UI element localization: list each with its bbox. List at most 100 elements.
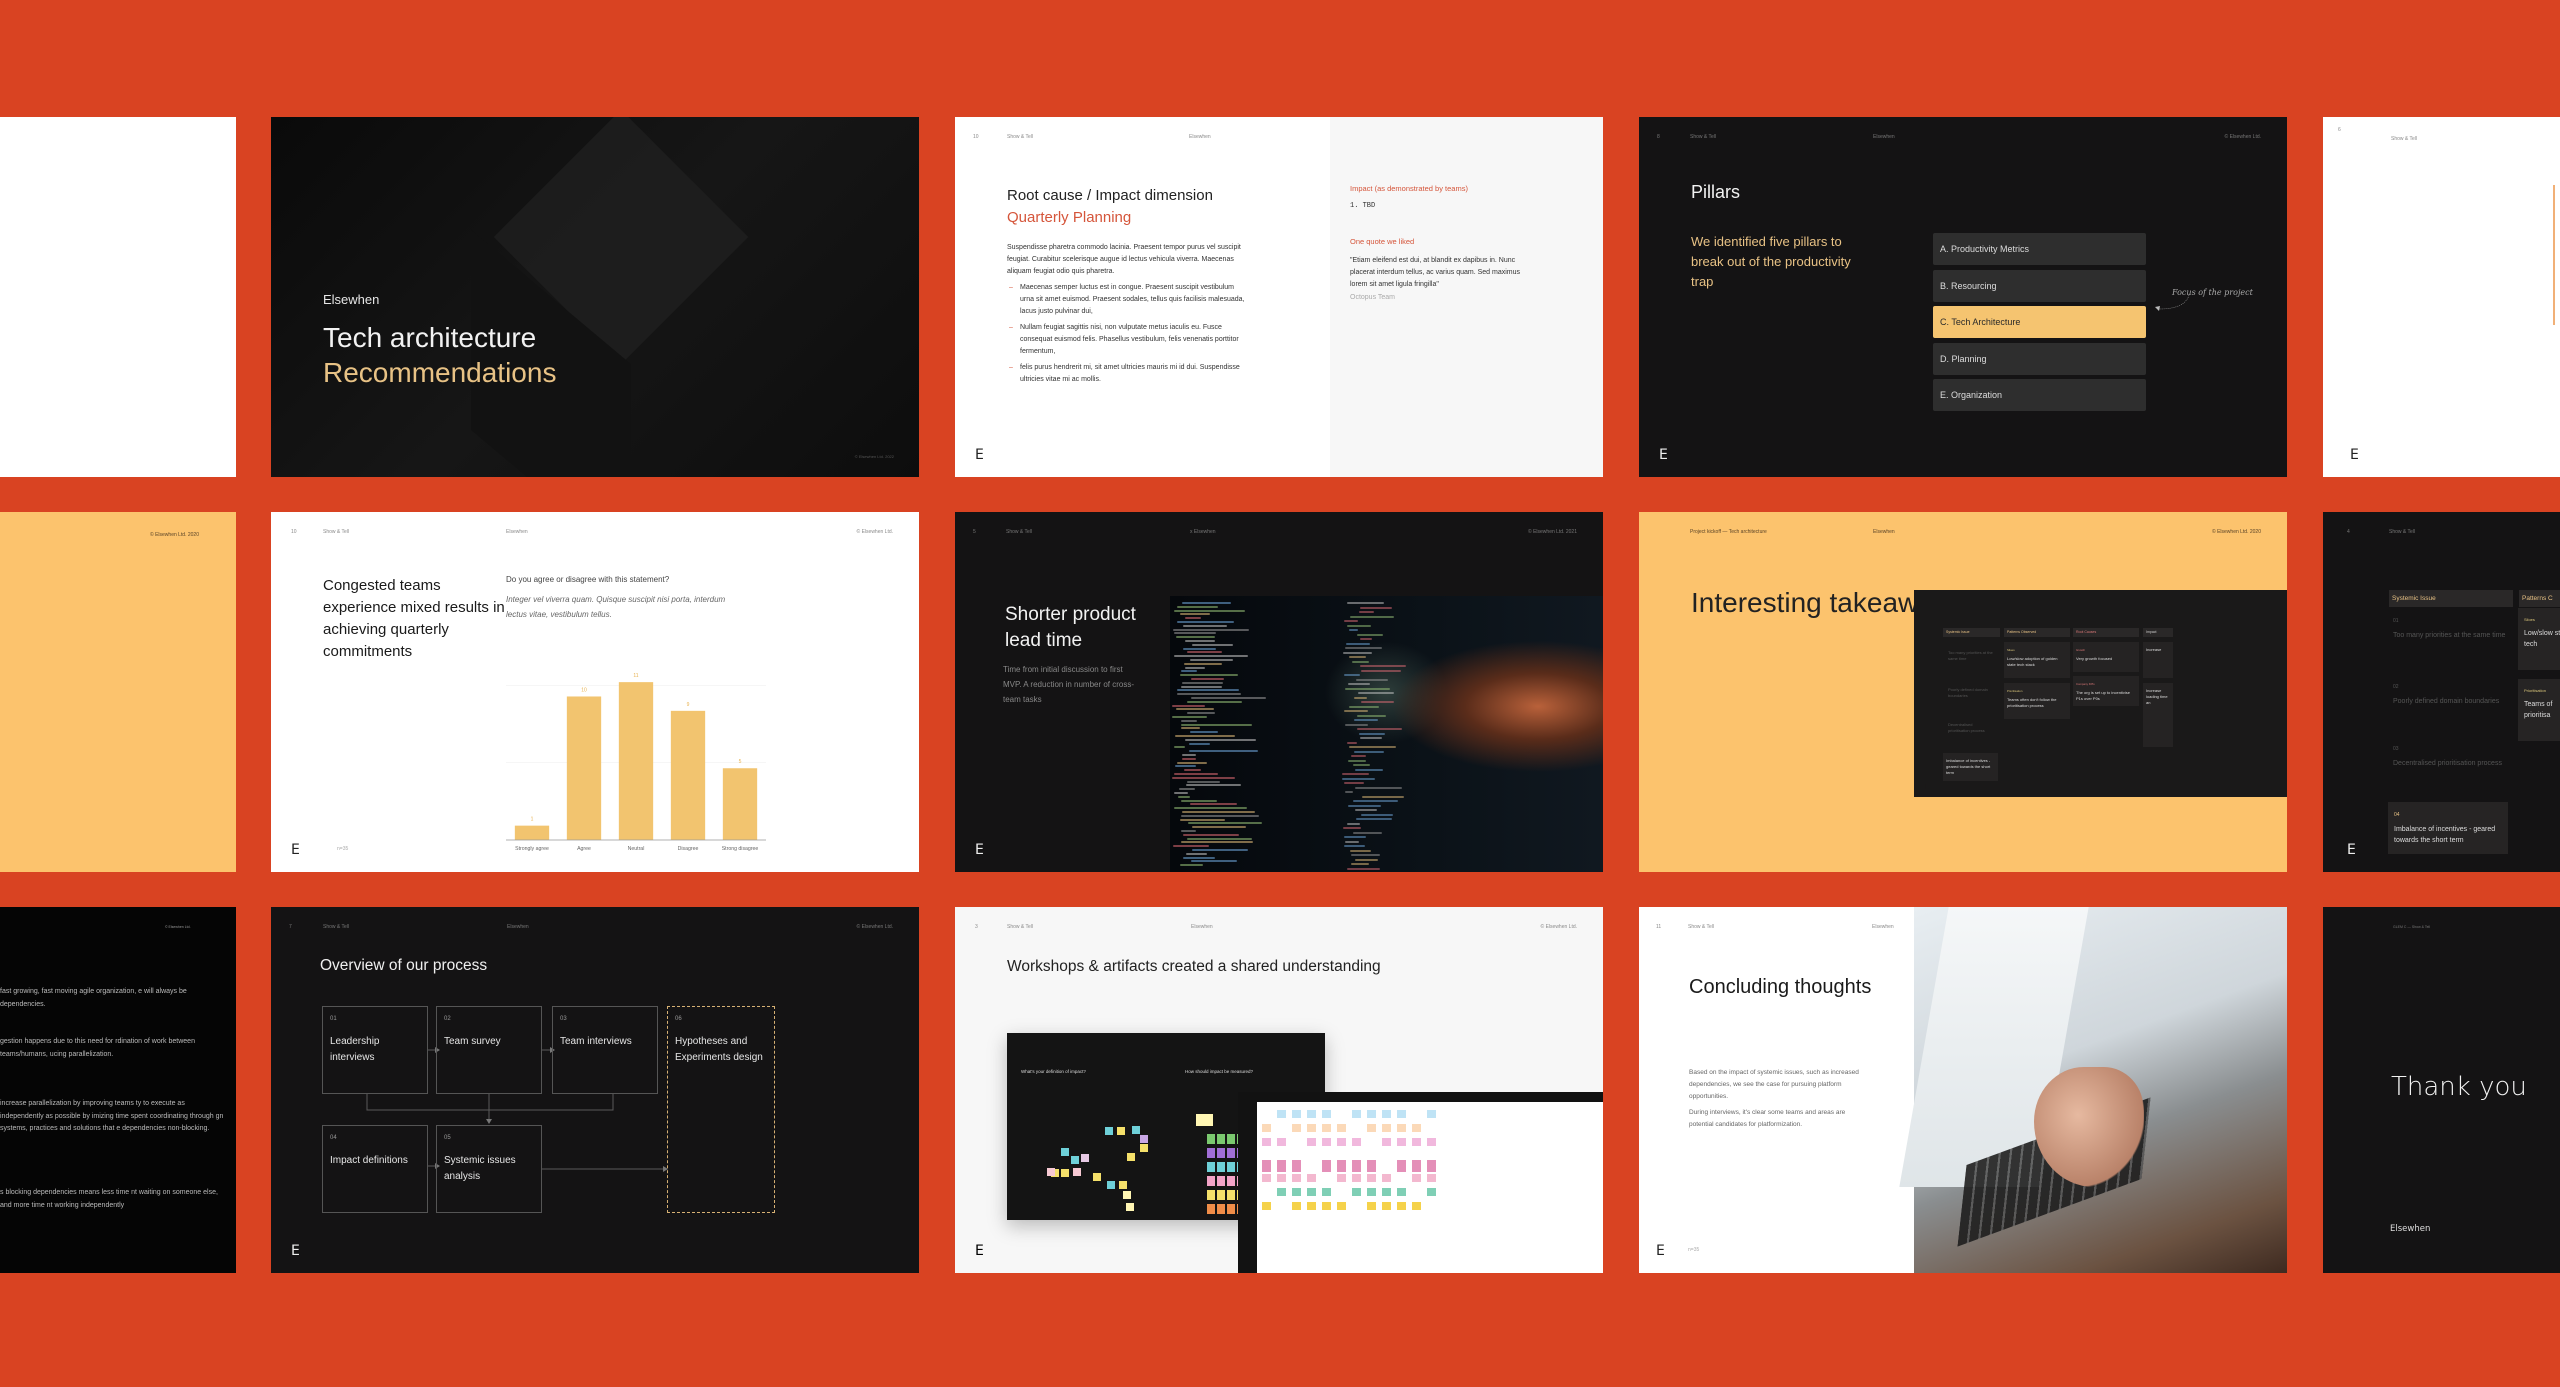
- code-line: [1353, 696, 1367, 699]
- code-line: [1344, 845, 1366, 847]
- sample-size: n=35: [1688, 1247, 1700, 1253]
- board-card: Company KPIs The org is set up to incenti…: [2073, 676, 2139, 706]
- elsewhen-logo-icon: E: [2350, 447, 2359, 463]
- sticky-note: [1412, 1124, 1421, 1132]
- sticky-note: [1277, 1110, 1286, 1118]
- slide-title: Root cause / Impact dimension: [1007, 187, 1213, 204]
- code-line: [1180, 719, 1198, 722]
- pillar-item[interactable]: A. Productivity Metrics: [1933, 233, 2146, 265]
- sticky-note: [1217, 1204, 1225, 1214]
- slide-subtitle: We identified five pillars to break out …: [1691, 234, 1851, 289]
- sticky-note: [1207, 1162, 1215, 1172]
- sticky-note: [1071, 1156, 1079, 1164]
- process-step: 01 Leadership interviews: [322, 1006, 428, 1094]
- slide-survey[interactable]: 10 Show & Tell Elsewhen © Elsewhen Ltd. …: [271, 512, 919, 872]
- x-tick-label: Strong disagree: [722, 846, 759, 852]
- slide-cover[interactable]: Elsewhen Tech architecture Recommendatio…: [271, 117, 919, 477]
- journey-map-canvas: [1257, 1102, 1603, 1273]
- issue-item-active: 04 Imbalance of incentives - geared towar…: [2388, 802, 2508, 854]
- sticky-note: [1352, 1174, 1361, 1182]
- sticky-note: [1132, 1126, 1140, 1134]
- code-line: [1181, 814, 1259, 817]
- accent-bar: [2553, 185, 2555, 325]
- sticky-note: [1277, 1174, 1286, 1182]
- pillar-item[interactable]: D. Planning: [1933, 342, 2146, 375]
- code-line: [1347, 683, 1370, 685]
- sticky-note: [1277, 1188, 1286, 1196]
- sticky-note: [1207, 1134, 1215, 1144]
- slide-thank-you[interactable]: GLEM C — Show & Tell Thank you Elsewhen: [2323, 907, 2560, 1273]
- code-line: [1187, 822, 1262, 825]
- sticky-note: [1207, 1148, 1215, 1158]
- code-line: [1343, 782, 1364, 784]
- slide-workshops[interactable]: 3 Show & Tell Elsewhen © Elsewhen Ltd. W…: [955, 907, 1603, 1273]
- sticky-note: [1382, 1138, 1391, 1146]
- slide-partial-blank[interactable]: 6 Show & Tell E: [2323, 117, 2560, 477]
- board-column-header: Root Causes: [2073, 628, 2139, 637]
- issue-number: 04: [2394, 812, 2400, 818]
- slide-takeaways[interactable]: Project kickoff — Tech architecture Else…: [1639, 512, 2287, 872]
- step-label: Team survey: [444, 1036, 501, 1047]
- slide-concluding[interactable]: 11 Show & Tell Elsewhen Concluding thoug…: [1639, 907, 2287, 1273]
- pillar-item[interactable]: B. Resourcing: [1933, 269, 2146, 302]
- data-label: 5: [739, 759, 742, 765]
- arrow-icon: [486, 1119, 492, 1124]
- bar: [618, 682, 654, 840]
- slide-pillars[interactable]: 8 Show & Tell Elsewhen © Elsewhen Ltd. P…: [1639, 117, 2287, 477]
- code-line: [1356, 633, 1384, 636]
- slide-title: Congested teams experience mixed results…: [323, 577, 505, 660]
- pillar-item-active[interactable]: C. Tech Architecture: [1933, 306, 2146, 338]
- step-number: 06: [675, 1016, 682, 1022]
- code-line: [1350, 615, 1395, 618]
- quote-text: "Etiam eleifend est dui, at blandit ex d…: [1350, 257, 1521, 288]
- body-paragraph: fast growing, fast moving agile organiza…: [0, 988, 187, 1008]
- card-text: Teams often don't follow the prioritisat…: [2007, 697, 2057, 708]
- slide-partial-white[interactable]: [0, 117, 236, 477]
- code-line: [1355, 768, 1383, 771]
- code-line: [1356, 714, 1386, 717]
- code-line: [1185, 617, 1201, 620]
- slide-title: Thank you: [2391, 1072, 2527, 1102]
- code-line: [1186, 784, 1242, 787]
- sticky-note: [1262, 1124, 1271, 1132]
- code-line: [1359, 732, 1385, 735]
- sticky-note: [1367, 1124, 1376, 1132]
- slide-partial-yellow[interactable]: © Elsewhen Ltd. 2020: [0, 512, 236, 872]
- data-label: 1: [531, 817, 534, 823]
- elsewhen-logo-icon: E: [975, 1243, 984, 1259]
- code-line: [1185, 852, 1208, 855]
- header-center: Elsewhen: [507, 924, 529, 930]
- sticky-note: [1337, 1124, 1346, 1132]
- slide-process[interactable]: 7 Show & Tell Elsewhen © Elsewhen Ltd. O…: [271, 907, 919, 1273]
- sample-size: n=35: [337, 846, 349, 852]
- header-text: GLEM C — Show & Tell: [2393, 925, 2431, 929]
- pillar-item[interactable]: E. Organization: [1933, 379, 2146, 411]
- code-line: [1350, 849, 1371, 852]
- sticky-note: [1207, 1204, 1215, 1214]
- sticky-note: [1337, 1160, 1346, 1172]
- slide-root-cause[interactable]: 10 Show & Tell Elsewhen Root cause / Imp…: [955, 117, 1603, 477]
- code-line: [1353, 800, 1398, 802]
- sticky-note: [1227, 1204, 1235, 1214]
- board-card: Siloes Low/slow adoption of golden state …: [2004, 642, 2070, 678]
- step-number: 04: [330, 1135, 337, 1141]
- code-line: [1186, 780, 1221, 783]
- board-card: Growth Very growth focused: [2073, 642, 2139, 672]
- board-card: Poorly defined domain boundaries: [1948, 687, 1988, 698]
- code-line: [1185, 738, 1257, 741]
- sticky-note: [1322, 1124, 1331, 1132]
- code-line: [1191, 849, 1248, 851]
- code-line: [1175, 735, 1235, 737]
- code-line: [1189, 731, 1219, 734]
- sticky-note: [1277, 1160, 1286, 1172]
- slide-systemic-issues[interactable]: 4 Show & Tell Systemic Issue Patterns C …: [2323, 512, 2560, 872]
- slide-dependencies[interactable]: © Elsewhen Ltd. fast growing, fast movin…: [0, 907, 236, 1273]
- process-step: 03 Team interviews: [552, 1006, 658, 1094]
- bullet-item: Nullam feugiat sagittis nisi, non vulput…: [1007, 322, 1247, 358]
- page-number: 10: [973, 134, 979, 140]
- slide-title: Tech architecture: [323, 322, 537, 353]
- issue-number: 03: [2393, 746, 2399, 752]
- slide-lead-time[interactable]: 5 Show & Tell x Elsewhen © Elsewhen Ltd.…: [955, 512, 1603, 872]
- sticky-note: [1337, 1138, 1346, 1146]
- code-line: [1191, 643, 1233, 646]
